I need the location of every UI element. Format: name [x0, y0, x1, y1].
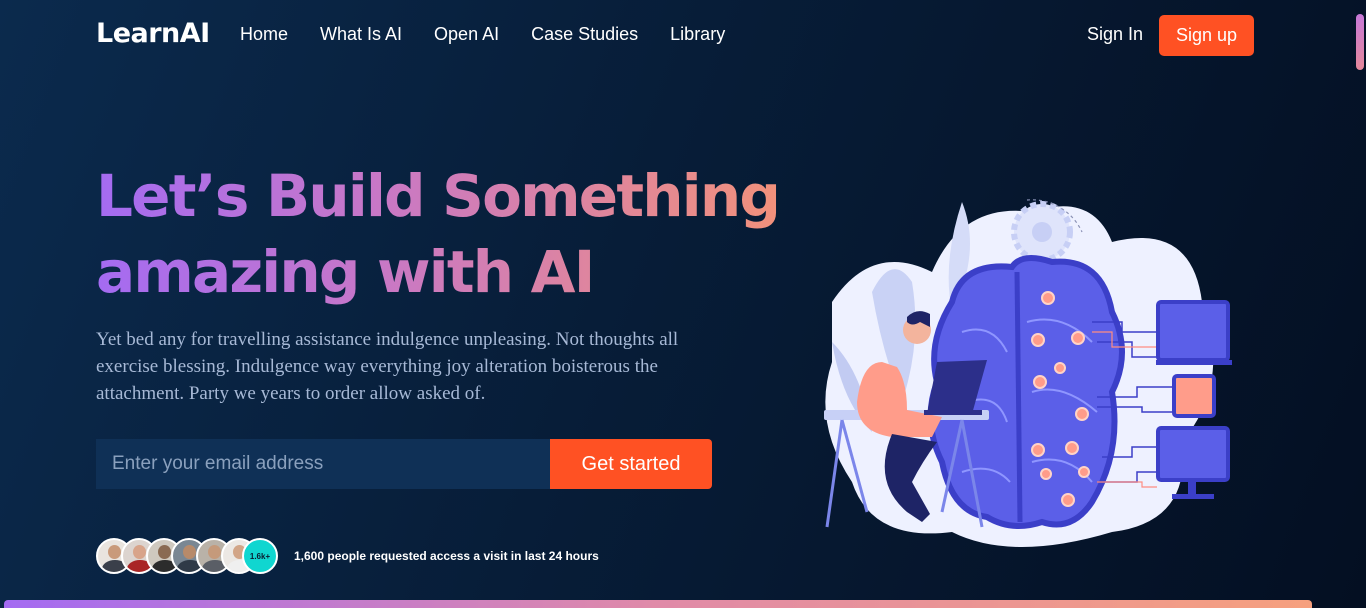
hero-title-line-2: amazing with AI	[96, 238, 594, 306]
get-started-button[interactable]: Get started	[550, 439, 712, 489]
nav-open-ai[interactable]: Open AI	[434, 24, 499, 45]
nav-case-studies[interactable]: Case Studies	[531, 24, 638, 45]
requests-text: 1,600 people requested access a visit in…	[294, 549, 599, 563]
nav-what-is-ai[interactable]: What Is AI	[320, 24, 402, 45]
avatar-group: 1.6k+	[96, 538, 286, 574]
sign-in-link[interactable]: Sign In	[1087, 24, 1143, 45]
ai-brain-illustration-icon	[824, 199, 1232, 547]
top-navigation: LearnAI Home What Is AI Open AI Case Stu…	[0, 0, 1366, 72]
scrollbar-thumb[interactable]	[1356, 14, 1364, 70]
hero-title-line-1: Let’s Build Something	[96, 162, 780, 230]
people-count-badge: 1.6k+	[242, 538, 278, 574]
nav-library[interactable]: Library	[670, 24, 725, 45]
sign-up-button[interactable]: Sign up	[1159, 15, 1254, 56]
main-menu: Home What Is AI Open AI Case Studies Lib…	[240, 24, 725, 45]
logo[interactable]: LearnAI	[96, 18, 210, 49]
nav-home[interactable]: Home	[240, 24, 288, 45]
gradient-bottom-bar	[4, 600, 1312, 608]
hero-description: Yet bed any for travelling assistance in…	[96, 329, 679, 404]
hero-title: Let’s Build Something amazing with AI	[96, 158, 779, 310]
email-input[interactable]	[96, 439, 550, 489]
